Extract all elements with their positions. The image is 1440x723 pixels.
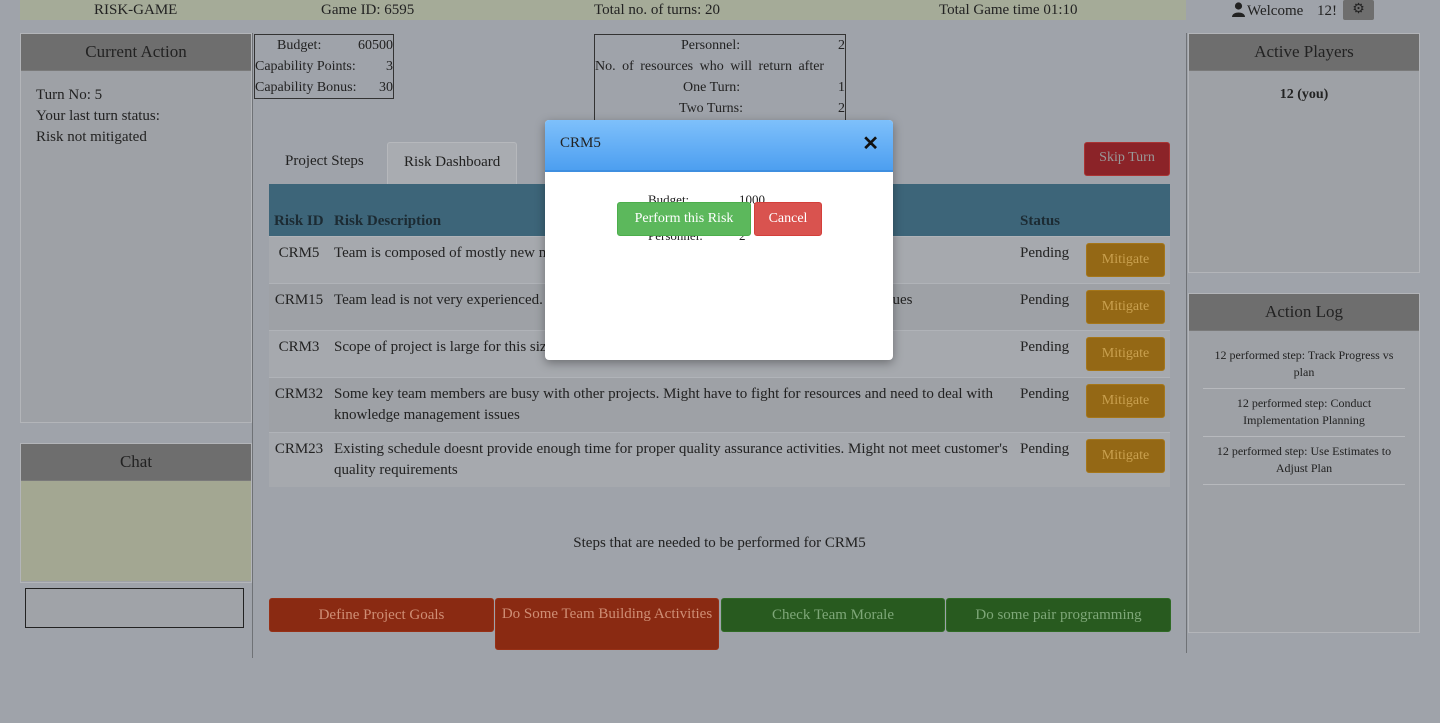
modal-title: CRM5 <box>560 135 601 151</box>
perform-risk-modal: CRM5 ✕ Budget: 1000 Personnel: 2 Perform… <box>545 120 893 360</box>
cancel-button[interactable]: Cancel <box>754 202 822 236</box>
modal-header: CRM5 ✕ <box>545 120 893 172</box>
close-icon[interactable]: ✕ <box>862 132 879 156</box>
modal-backdrop <box>0 0 1440 723</box>
perform-risk-button[interactable]: Perform this Risk <box>617 202 751 236</box>
